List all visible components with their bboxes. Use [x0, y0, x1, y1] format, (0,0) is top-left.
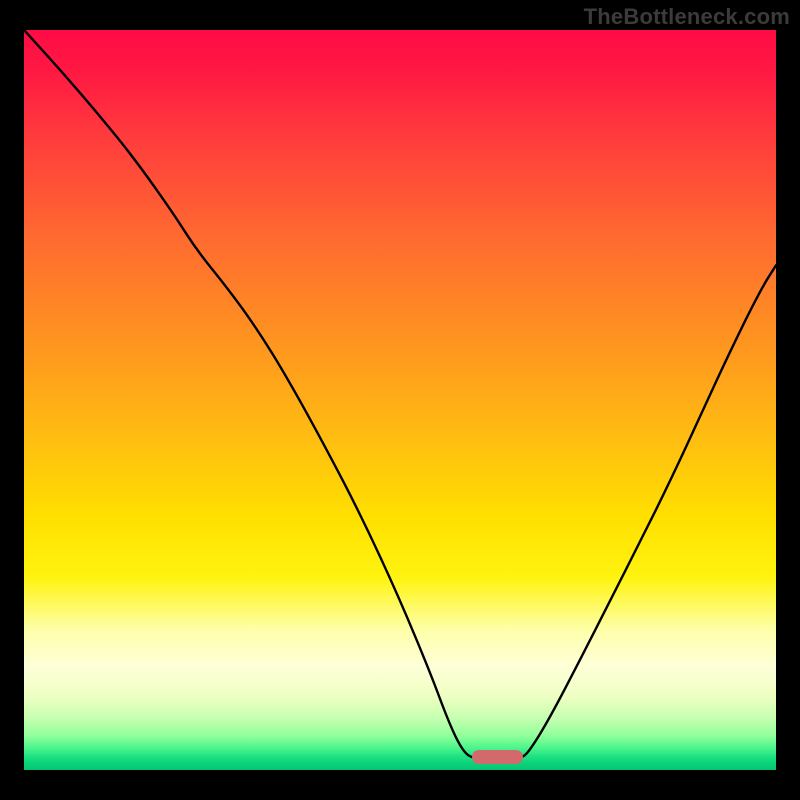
plot-area	[24, 30, 776, 770]
bottleneck-curve	[24, 30, 776, 770]
optimal-range-marker	[472, 750, 523, 764]
chart-frame: TheBottleneck.com	[0, 0, 800, 800]
watermark-text: TheBottleneck.com	[584, 4, 790, 30]
